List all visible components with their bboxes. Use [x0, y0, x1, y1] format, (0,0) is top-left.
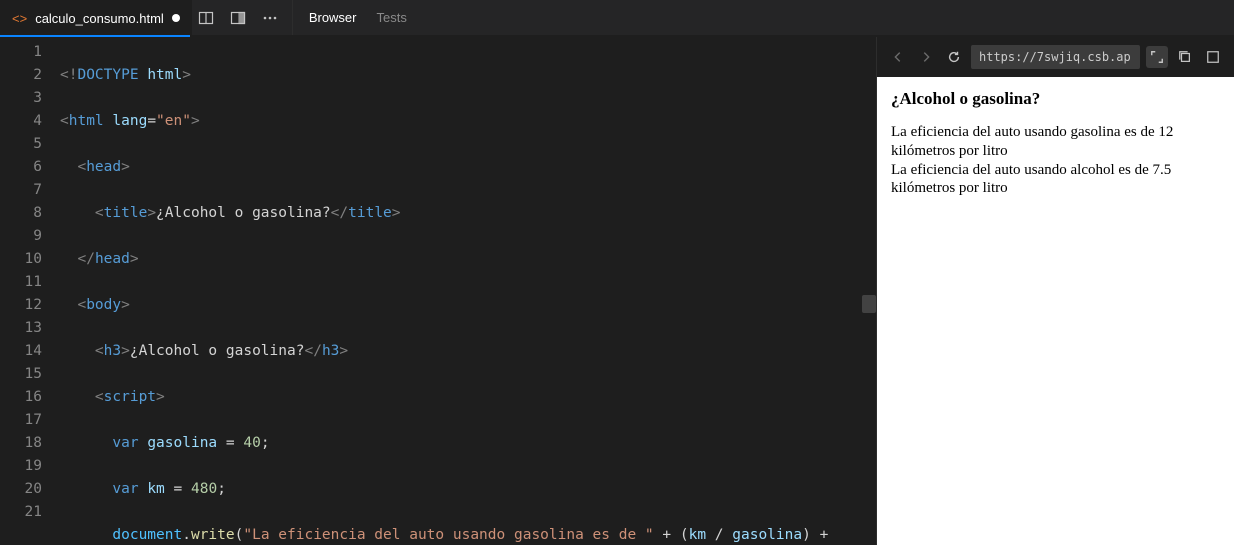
- code-content[interactable]: <!DOCTYPE html> <html lang="en"> <head> …: [60, 37, 876, 545]
- html-file-icon: <>: [12, 11, 27, 26]
- more-actions-icon[interactable]: [256, 4, 284, 32]
- title-bar: <> calculo_consumo.html Browser Tests: [0, 0, 1234, 35]
- browser-preview[interactable]: ¿Alcohol o gasolina? La eficiencia del a…: [877, 77, 1234, 545]
- main-area: 1 2 3 4 5 6 7 8 9 10 11 12 13 14 15 16 1…: [0, 37, 1234, 545]
- code-editor[interactable]: 1 2 3 4 5 6 7 8 9 10 11 12 13 14 15 16 1…: [0, 37, 876, 545]
- nav-back-icon[interactable]: [887, 46, 909, 68]
- nav-forward-icon[interactable]: [915, 46, 937, 68]
- line-number-gutter: 1 2 3 4 5 6 7 8 9 10 11 12 13 14 15 16 1…: [0, 37, 60, 545]
- tab-filename: calculo_consumo.html: [35, 11, 164, 26]
- preview-line-2: La eficiencia del auto usando alcohol es…: [891, 162, 1171, 197]
- reload-icon[interactable]: [943, 46, 965, 68]
- editor-tab[interactable]: <> calculo_consumo.html: [0, 0, 192, 35]
- editor-actions: [192, 0, 292, 35]
- new-window-icon[interactable]: [1174, 46, 1196, 68]
- address-bar[interactable]: [971, 45, 1140, 69]
- preview-heading: ¿Alcohol o gasolina?: [891, 89, 1220, 109]
- scrollbar-thumb[interactable]: [862, 295, 876, 313]
- toggle-panel-icon[interactable]: [224, 4, 252, 32]
- expand-icon[interactable]: [1146, 46, 1168, 68]
- preview-line-1: La eficiencia del auto usando gasolina e…: [891, 124, 1173, 159]
- browser-panel: ¿Alcohol o gasolina? La eficiencia del a…: [876, 37, 1234, 545]
- browser-toolbar: [877, 37, 1234, 77]
- right-panel-tabs: Browser Tests: [292, 0, 1234, 35]
- maximize-icon[interactable]: [1202, 46, 1224, 68]
- tab-tests[interactable]: Tests: [377, 10, 407, 25]
- split-editor-icon[interactable]: [192, 4, 220, 32]
- tab-browser[interactable]: Browser: [309, 10, 357, 25]
- preview-body: La eficiencia del auto usando gasolina e…: [891, 123, 1220, 198]
- unsaved-indicator-icon: [172, 14, 180, 22]
- minimap-scrollbar[interactable]: [862, 37, 876, 545]
